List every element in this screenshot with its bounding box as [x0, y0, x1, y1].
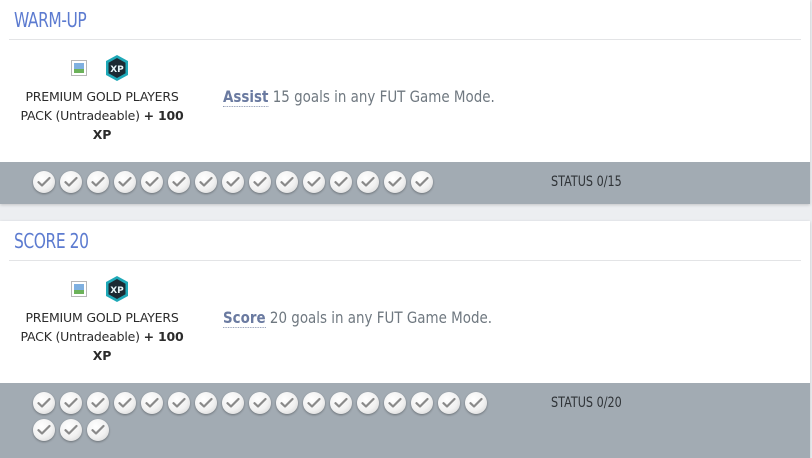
check-circle-icon [195, 171, 217, 193]
divider [9, 260, 801, 261]
objective-text: Score 20 goals in any FUT Game Mode. [223, 308, 493, 328]
xp-hexagon-icon: XP [106, 55, 128, 81]
divider [9, 39, 801, 40]
check-circle-icon [303, 171, 325, 193]
objective-keyword-link[interactable]: Assist [223, 87, 269, 107]
xp-hexagon-icon: XP [106, 276, 128, 302]
check-circle-icon [141, 392, 163, 414]
check-circle-icon [87, 419, 109, 441]
progress-checks [33, 171, 503, 193]
svg-text:XP: XP [110, 286, 124, 296]
progress-bar: STATUS 0/20 [0, 383, 810, 458]
check-circle-icon [60, 171, 82, 193]
check-circle-icon [411, 171, 433, 193]
objective-text: Assist 15 goals in any FUT Game Mode. [223, 87, 495, 107]
status-counter: STATUS 0/20 [551, 395, 622, 411]
check-circle-icon [276, 392, 298, 414]
check-circle-icon [276, 171, 298, 193]
check-circle-icon [168, 171, 190, 193]
check-circle-icon [60, 392, 82, 414]
check-circle-icon [438, 392, 460, 414]
check-circle-icon [384, 392, 406, 414]
progress-bar: STATUS 0/15 [0, 162, 810, 204]
challenge-card: WARM-UP XP PREMIUM GOLD PLAYERS PACK (Un… [0, 0, 810, 204]
reward-description: PREMIUM GOLD PLAYERS PACK (Untradeable) … [16, 87, 188, 144]
check-circle-icon [249, 171, 271, 193]
reward-description: PREMIUM GOLD PLAYERS PACK (Untradeable) … [16, 308, 188, 365]
check-circle-icon [411, 392, 433, 414]
check-circle-icon [222, 171, 244, 193]
challenge-card: SCORE 20 XP PREMIUM GOLD PLAYERS PACK (U… [0, 221, 810, 458]
objective-description: 20 goals in any FUT Game Mode. [269, 308, 493, 327]
check-circle-icon [357, 171, 379, 193]
check-circle-icon [168, 392, 190, 414]
check-circle-icon [249, 392, 271, 414]
objective-description: 15 goals in any FUT Game Mode. [272, 87, 495, 106]
check-circle-icon [303, 392, 325, 414]
progress-checks [33, 392, 503, 441]
check-circle-icon [465, 392, 487, 414]
check-circle-icon [357, 392, 379, 414]
check-circle-icon [141, 171, 163, 193]
check-circle-icon [330, 392, 352, 414]
check-circle-icon [222, 392, 244, 414]
objective-keyword-link[interactable]: Score [223, 308, 266, 328]
broken-image-icon [71, 281, 87, 297]
check-circle-icon [87, 392, 109, 414]
check-circle-icon [330, 171, 352, 193]
challenge-title: WARM-UP [14, 8, 87, 32]
challenge-title: SCORE 20 [14, 229, 89, 253]
broken-image-icon [71, 60, 87, 76]
check-circle-icon [87, 171, 109, 193]
check-circle-icon [33, 419, 55, 441]
check-circle-icon [33, 392, 55, 414]
check-circle-icon [114, 171, 136, 193]
check-circle-icon [195, 392, 217, 414]
check-circle-icon [384, 171, 406, 193]
check-circle-icon [60, 419, 82, 441]
svg-text:XP: XP [110, 65, 124, 75]
status-counter: STATUS 0/15 [551, 174, 622, 190]
check-circle-icon [33, 171, 55, 193]
check-circle-icon [114, 392, 136, 414]
